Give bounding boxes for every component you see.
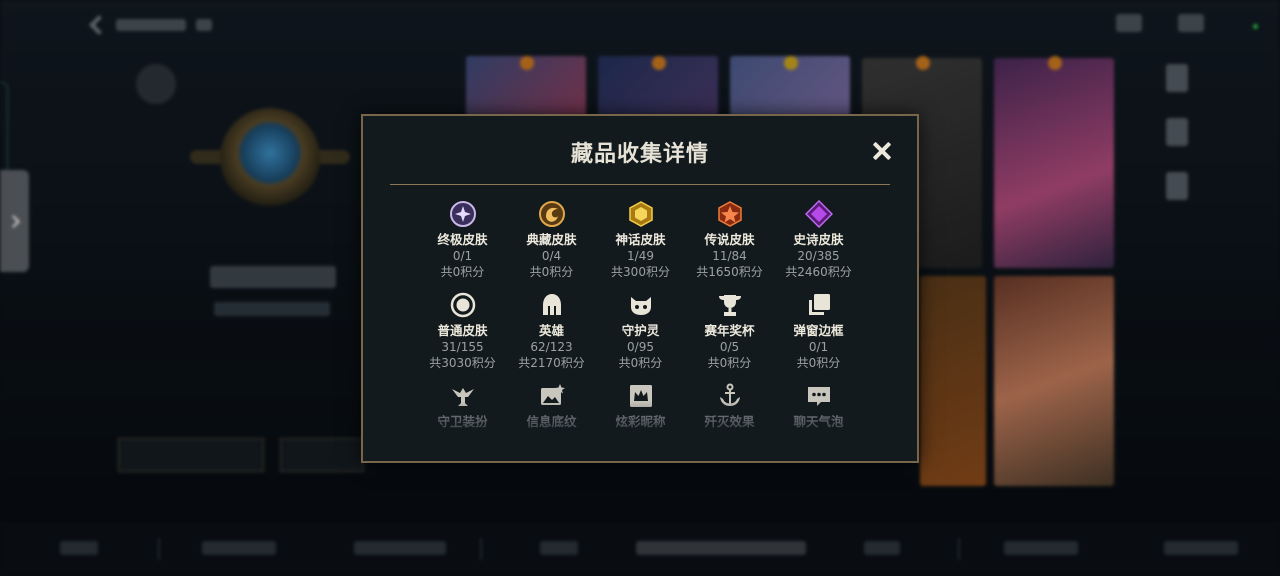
frame-icon: [805, 291, 833, 319]
item-name: 史诗皮肤: [793, 232, 844, 247]
item-count: 0/4: [541, 249, 562, 263]
collection-grid: 终极皮肤 0/1 共0积分 典藏皮肤 0/4 共0积分 神话皮肤 1/49 共3…: [418, 200, 863, 461]
close-icon[interactable]: [871, 140, 893, 162]
collection-item-hero[interactable]: 英雄 62/123 共2170积分: [507, 291, 596, 374]
mythic-skin-icon: [627, 200, 655, 228]
item-points: 共2170积分: [518, 356, 585, 370]
anchor-icon: [716, 382, 744, 410]
helmet-icon: [538, 291, 566, 319]
guardian-pet-icon: [627, 291, 655, 319]
item-name: 聊天气泡: [793, 414, 844, 429]
collection-details-modal: 藏品收集详情 终极皮肤 0/1 共0积分 典藏皮肤 0/4 共0积分 神话皮肤 …: [361, 114, 919, 463]
item-name: 赛年奖杯: [704, 323, 755, 338]
collection-item-kill-effect[interactable]: 歼灭效果: [685, 382, 774, 461]
collection-item-info-card-pattern[interactable]: 信息底纹: [507, 382, 596, 461]
item-name: 典藏皮肤: [526, 232, 577, 247]
collection-item-ultimate-skin[interactable]: 终极皮肤 0/1 共0积分: [418, 200, 507, 283]
collection-item-guardian-spirit[interactable]: 守护灵 0/95 共0积分: [596, 291, 685, 374]
item-points: 共0积分: [618, 356, 663, 370]
ultimate-skin-icon: [449, 200, 477, 228]
collection-item-epic-skin[interactable]: 史诗皮肤 20/385 共2460积分: [774, 200, 863, 283]
item-count: 0/95: [627, 340, 654, 354]
item-count: 31/155: [441, 340, 484, 354]
guard-statue-icon: [449, 382, 477, 410]
collection-item-chat-bubble[interactable]: 聊天气泡: [774, 382, 863, 461]
item-name: 普通皮肤: [437, 323, 488, 338]
collection-item-normal-skin[interactable]: 普通皮肤 31/155 共3030积分: [418, 291, 507, 374]
item-name: 终极皮肤: [437, 232, 488, 247]
item-count: 20/385: [797, 249, 840, 263]
modal-title: 藏品收集详情: [570, 142, 709, 167]
item-count: 11/84: [712, 249, 747, 263]
collection-item-legendary-skin[interactable]: 传说皮肤 11/84 共1650积分: [685, 200, 774, 283]
item-name: 信息底纹: [526, 414, 577, 429]
trophy-icon: [716, 291, 744, 319]
classic-skin-icon: [538, 200, 566, 228]
collection-item-colorful-nickname[interactable]: 炫彩昵称: [596, 382, 685, 461]
item-points: 共0积分: [440, 265, 485, 279]
item-count: 0/1: [452, 249, 473, 263]
crown-card-icon: [627, 382, 655, 410]
item-points: 共2460积分: [785, 265, 852, 279]
item-name: 歼灭效果: [704, 414, 755, 429]
item-name: 守卫装扮: [437, 414, 488, 429]
item-points: 共0积分: [707, 356, 752, 370]
item-name: 传说皮肤: [704, 232, 755, 247]
item-points: 共0积分: [529, 265, 574, 279]
collection-item-classic-skin[interactable]: 典藏皮肤 0/4 共0积分: [507, 200, 596, 283]
collection-item-guard-outfit[interactable]: 守卫装扮: [418, 382, 507, 461]
item-count: 62/123: [530, 340, 573, 354]
item-points: 共1650积分: [696, 265, 763, 279]
item-count: 0/5: [719, 340, 740, 354]
title-divider: [390, 184, 890, 185]
item-count: 1/49: [627, 249, 654, 263]
collection-item-season-trophy[interactable]: 赛年奖杯 0/5 共0积分: [685, 291, 774, 374]
item-name: 守护灵: [621, 323, 660, 338]
collection-item-mythic-skin[interactable]: 神话皮肤 1/49 共300积分: [596, 200, 685, 283]
normal-skin-icon: [449, 291, 477, 319]
item-points: 共3030积分: [429, 356, 496, 370]
legendary-skin-icon: [716, 200, 744, 228]
item-name: 英雄: [538, 323, 564, 338]
epic-skin-icon: [804, 200, 833, 228]
collection-item-popup-frame[interactable]: 弹窗边框 0/1 共0积分: [774, 291, 863, 374]
item-points: 共0积分: [796, 356, 841, 370]
item-count: 0/1: [808, 340, 829, 354]
item-name: 炫彩昵称: [615, 414, 666, 429]
item-name: 弹窗边框: [793, 323, 844, 338]
chat-bubble-icon: [805, 382, 833, 410]
picture-star-icon: [538, 382, 566, 410]
item-name: 神话皮肤: [615, 232, 666, 247]
item-points: 共300积分: [611, 265, 670, 279]
